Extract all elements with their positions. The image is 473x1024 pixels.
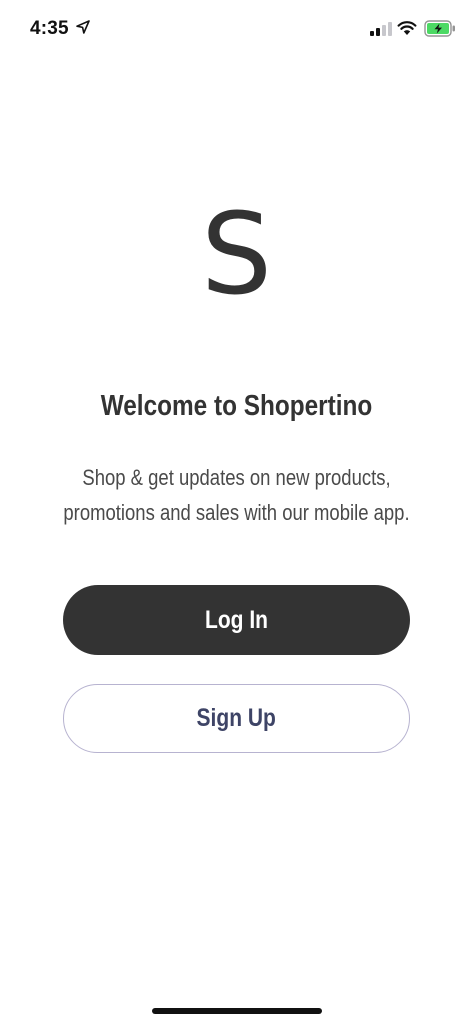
welcome-subtitle-line-2: promotions and sales with our mobile app…	[63, 500, 410, 525]
welcome-screen: 4:35 S Welcome to Shopertino Shop & get …	[0, 0, 473, 1024]
cellular-signal-icon	[370, 22, 392, 36]
welcome-subtitle-line-1: Shop & get updates on new products,	[82, 465, 391, 490]
login-button-label: Log In	[204, 605, 268, 634]
status-time: 4:35	[30, 18, 69, 39]
signup-button[interactable]: Sign Up	[63, 684, 410, 753]
wifi-icon	[397, 21, 417, 35]
app-logo: S	[200, 190, 273, 320]
home-indicator[interactable]	[152, 1008, 322, 1014]
welcome-subtitle: Shop & get updates on new products, prom…	[38, 460, 435, 530]
login-button[interactable]: Log In	[63, 585, 410, 655]
welcome-title: Welcome to Shopertino	[100, 390, 373, 422]
location-arrow-icon	[76, 20, 90, 34]
status-bar: 4:35	[0, 0, 473, 58]
signup-button-label: Sign Up	[196, 704, 277, 732]
battery-charging-icon	[424, 20, 455, 37]
